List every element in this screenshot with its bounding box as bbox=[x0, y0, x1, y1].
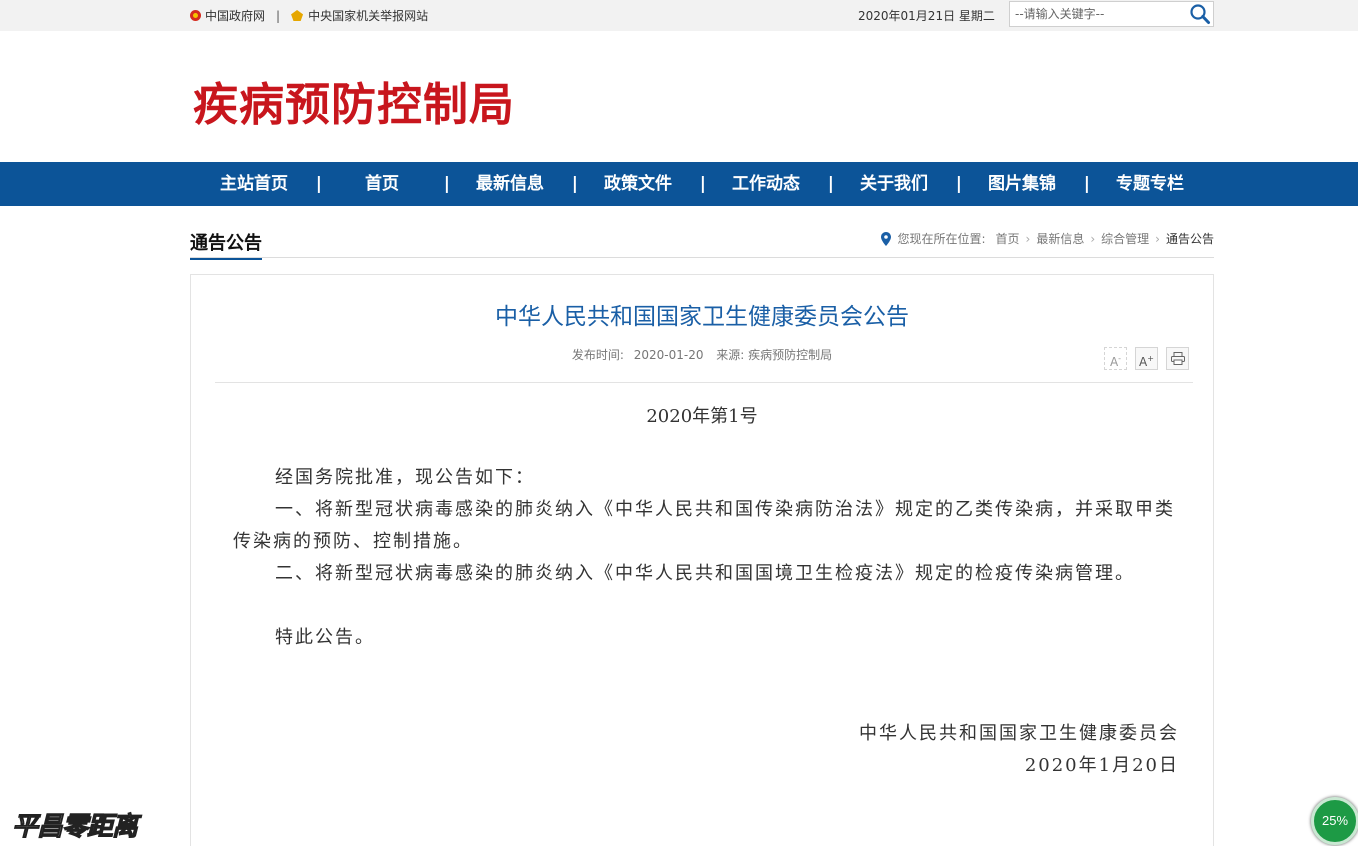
main-nav-inner: 主站首页 首页 最新信息 政策文件 工作动态 关于我们 图片集锦 专题专栏 bbox=[190, 162, 1214, 206]
article-source: 来源: 疾病预防控制局 bbox=[716, 348, 833, 362]
paragraph-closing: 特此公告。 bbox=[275, 627, 375, 648]
breadcrumb-latest[interactable]: 最新信息 bbox=[1036, 230, 1084, 247]
nav-item-latest[interactable]: 最新信息 bbox=[446, 162, 578, 206]
signature-date: 2020年1月20日 bbox=[1024, 755, 1179, 776]
search-box bbox=[1009, 1, 1214, 27]
breadcrumb-current[interactable]: 通告公告 bbox=[1166, 230, 1214, 247]
search-button[interactable] bbox=[1183, 2, 1213, 26]
nav-item-gallery[interactable]: 图片集锦 bbox=[958, 162, 1090, 206]
current-date: 2020年01月21日 星期二 bbox=[858, 9, 995, 23]
location-pin-icon bbox=[881, 231, 892, 246]
paragraph-intro: 经国务院批准，现公告如下： bbox=[275, 467, 535, 488]
top-link-separator: | bbox=[276, 8, 281, 23]
search-icon bbox=[1190, 4, 1210, 24]
party-badge-icon bbox=[291, 10, 304, 21]
national-emblem-icon bbox=[190, 10, 201, 21]
article-tools: A- A+ bbox=[1104, 347, 1197, 370]
search-input[interactable] bbox=[1010, 2, 1182, 26]
top-bar-inner: 中国政府网 | 中央国家机关举报网站 2020年01月21日 星期二 bbox=[190, 0, 1214, 31]
chevron-right-icon: › bbox=[1090, 231, 1096, 246]
publish-date: 2020-01-20 bbox=[633, 348, 704, 362]
chevron-right-icon: › bbox=[1155, 231, 1160, 246]
breadcrumb: 您现在所在位置: 首页 › 最新信息 › 综合管理 › 通告公告 bbox=[881, 230, 1214, 247]
watermark-text: 平昌零距离 bbox=[11, 812, 138, 843]
chevron-right-icon: › bbox=[1025, 231, 1031, 246]
article-divider bbox=[215, 382, 1193, 383]
article-meta: 发布时间: 2020-01-20 来源: 疾病预防控制局 bbox=[191, 346, 1213, 363]
paragraph-item-1: 一、将新型冠状病毒感染的肺炎纳入《中华人民共和国传染病防治法》规定的乙类传染病，… bbox=[233, 499, 1175, 552]
nav-item-special[interactable]: 专题专栏 bbox=[1086, 162, 1214, 206]
font-smaller-icon: A bbox=[1109, 355, 1119, 369]
top-bar: 中国政府网 | 中央国家机关举报网站 2020年01月21日 星期二 bbox=[0, 0, 1358, 31]
nav-item-policy[interactable]: 政策文件 bbox=[574, 162, 706, 206]
nav-item-main-home[interactable]: 主站首页 bbox=[190, 162, 322, 206]
signature-org: 中华人民共和国国家卫生健康委员会 bbox=[859, 723, 1179, 744]
font-smaller-button[interactable]: A- bbox=[1104, 347, 1127, 370]
issue-number: 2020年第1号 bbox=[646, 406, 758, 427]
top-links: 中国政府网 | 中央国家机关举报网站 bbox=[190, 7, 428, 24]
nav-item-home[interactable]: 首页 bbox=[318, 162, 450, 206]
section-divider bbox=[190, 257, 1214, 258]
main-nav: 主站首页 首页 最新信息 政策文件 工作动态 关于我们 图片集锦 专题专栏 bbox=[0, 162, 1358, 206]
progress-badge[interactable]: 25% bbox=[1311, 797, 1358, 845]
site-logo[interactable]: 疾病预防控制局 bbox=[193, 68, 515, 133]
section-title: 通告公告 bbox=[190, 229, 262, 260]
signature-block: 中华人民共和国国家卫生健康委员会 2020年1月20日 bbox=[859, 718, 1179, 782]
font-larger-button[interactable]: A+ bbox=[1135, 347, 1158, 370]
print-button[interactable] bbox=[1166, 347, 1189, 370]
nav-item-work[interactable]: 工作动态 bbox=[702, 162, 834, 206]
gov-site-link[interactable]: 中国政府网 bbox=[205, 7, 265, 24]
report-site-link[interactable]: 中央国家机关举报网站 bbox=[308, 7, 428, 24]
nav-item-about[interactable]: 关于我们 bbox=[830, 162, 962, 206]
breadcrumb-home[interactable]: 首页 bbox=[996, 230, 1020, 247]
breadcrumb-label: 您现在所在位置: bbox=[897, 232, 986, 246]
article-title: 中华人民共和国国家卫生健康委员会公告 bbox=[495, 304, 909, 330]
publish-label: 发布时间: bbox=[571, 348, 624, 362]
printer-icon bbox=[1170, 352, 1185, 365]
breadcrumb-general[interactable]: 综合管理 bbox=[1101, 230, 1149, 247]
article-box: 中华人民共和国国家卫生健康委员会公告 发布时间: 2020-01-20 来源: … bbox=[190, 274, 1214, 846]
paragraph-item-2: 二、将新型冠状病毒感染的肺炎纳入《中华人民共和国国境卫生检疫法》规定的检疫传染病… bbox=[275, 563, 1135, 584]
